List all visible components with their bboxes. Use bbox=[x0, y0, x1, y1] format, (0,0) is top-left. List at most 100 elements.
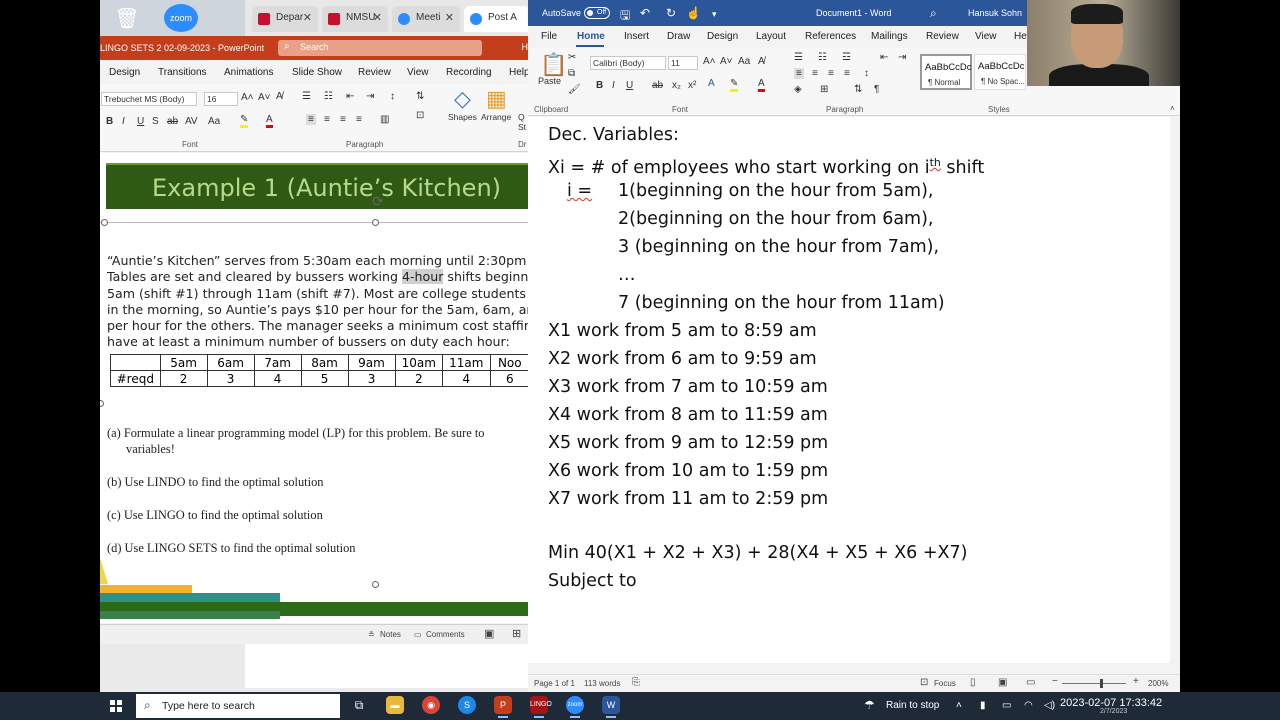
paste-icon[interactable]: 📋 bbox=[540, 52, 567, 78]
align-center-icon[interactable]: ≡ bbox=[324, 114, 330, 125]
text-effects-icon[interactable]: A bbox=[708, 78, 715, 89]
sort-icon[interactable]: ⇅ bbox=[854, 84, 862, 95]
word-tab-home[interactable]: Home bbox=[577, 31, 605, 42]
browser-tab-1[interactable]: Depar ✕ bbox=[252, 6, 318, 32]
char-spacing-icon[interactable]: AV bbox=[185, 116, 198, 127]
indent-decrease-icon[interactable]: ⇤ bbox=[346, 91, 354, 102]
align-left-icon[interactable]: ≡ bbox=[794, 68, 804, 79]
recycle-bin-icon[interactable]: 🗑 bbox=[114, 6, 140, 32]
word-tab-view[interactable]: View bbox=[975, 31, 997, 42]
focus-button[interactable]: Focus bbox=[934, 679, 956, 688]
word-tab-design[interactable]: Design bbox=[707, 31, 738, 42]
shrink-font-icon[interactable]: A˅ bbox=[258, 92, 271, 103]
slide-canvas[interactable]: Example 1 (Auntie’s Kitchen) ⟳ “Auntie’s… bbox=[100, 153, 530, 623]
save-icon[interactable]: 🖫 bbox=[620, 6, 630, 27]
resize-handle[interactable] bbox=[372, 581, 379, 588]
align-right-icon[interactable]: ≡ bbox=[828, 68, 834, 79]
justify-icon[interactable]: ≡ bbox=[356, 114, 362, 125]
strikethrough-icon[interactable]: ab bbox=[167, 116, 178, 127]
page-count[interactable]: Page 1 of 1 bbox=[534, 679, 575, 688]
ppt-search-box[interactable]: ⌕ Search bbox=[278, 40, 482, 56]
ppt-tab-animations[interactable]: Animations bbox=[224, 67, 273, 78]
touch-mode-icon[interactable]: ☝ bbox=[686, 6, 701, 20]
word-icon[interactable]: W bbox=[602, 696, 620, 718]
borders-icon[interactable]: ⊞ bbox=[820, 84, 828, 95]
zoom-slider-thumb[interactable] bbox=[1100, 679, 1103, 688]
print-layout-icon[interactable]: ▣ bbox=[998, 677, 1007, 688]
word-font-size-select[interactable]: 11 bbox=[668, 56, 698, 70]
change-case-icon[interactable]: Aa bbox=[208, 116, 220, 127]
ppt-tab-transitions[interactable]: Transitions bbox=[158, 67, 207, 78]
ppt-tab-slideshow[interactable]: Slide Show bbox=[292, 67, 342, 78]
network-icon[interactable]: ◠ bbox=[1024, 700, 1033, 711]
shadow-icon[interactable]: S bbox=[152, 116, 159, 127]
task-view-icon[interactable]: ⧉ bbox=[350, 696, 368, 714]
ppt-tab-help[interactable]: Help bbox=[509, 67, 530, 78]
ppt-font-name-select[interactable]: Trebuchet MS (Body) bbox=[101, 92, 197, 106]
meet-now-icon[interactable]: ▭ bbox=[1002, 700, 1011, 711]
line-spacing-icon[interactable]: ↕ bbox=[390, 91, 395, 102]
indent-decrease-icon[interactable]: ⇤ bbox=[880, 52, 888, 63]
redo-icon[interactable]: ↻ bbox=[666, 6, 676, 20]
notes-icon[interactable]: ≗ bbox=[368, 630, 375, 639]
focus-icon[interactable]: ⊡ bbox=[920, 677, 928, 688]
shading-icon[interactable]: ◈ bbox=[794, 84, 802, 95]
arrange-icon[interactable]: ▦ bbox=[486, 86, 507, 112]
windows-start-icon[interactable] bbox=[110, 700, 122, 712]
close-icon[interactable]: ✕ bbox=[445, 11, 454, 24]
close-icon[interactable]: ✕ bbox=[303, 11, 312, 24]
style-no-spacing[interactable]: AaBbCcDc ¶ No Spac... bbox=[974, 54, 1026, 90]
word-tab-mailings[interactable]: Mailings bbox=[871, 31, 908, 42]
subscript-icon[interactable]: x₂ bbox=[672, 80, 681, 91]
word-document[interactable]: Dec. Variables: Xi = # of employees who … bbox=[528, 117, 1170, 663]
shrink-font-icon[interactable]: A˅ bbox=[720, 56, 733, 67]
word-tab-layout[interactable]: Layout bbox=[756, 31, 786, 42]
word-tab-review[interactable]: Review bbox=[926, 31, 959, 42]
bullets-icon[interactable]: ☰ bbox=[302, 91, 311, 102]
word-tab-file[interactable]: File bbox=[541, 31, 557, 42]
zoom-icon[interactable]: zoom bbox=[566, 696, 584, 718]
paste-label[interactable]: Paste bbox=[538, 76, 561, 86]
word-tab-draw[interactable]: Draw bbox=[667, 31, 690, 42]
font-color-icon[interactable]: A bbox=[758, 78, 765, 92]
rotate-handle-icon[interactable]: ⟳ bbox=[372, 193, 384, 210]
show-marks-icon[interactable]: ¶ bbox=[874, 84, 879, 95]
word-font-name-select[interactable]: Calibri (Body) bbox=[590, 56, 666, 70]
font-color-icon[interactable]: A bbox=[266, 114, 273, 128]
zoom-level[interactable]: 200% bbox=[1148, 679, 1168, 688]
grow-font-icon[interactable]: A˄ bbox=[241, 92, 254, 103]
align-text-icon[interactable]: ⊡ bbox=[416, 110, 424, 121]
browser-tab-2[interactable]: NMSU ✕ bbox=[322, 6, 388, 32]
resize-handle[interactable] bbox=[100, 400, 104, 407]
chrome-icon[interactable]: ◉ bbox=[422, 696, 440, 714]
show-hidden-icons-icon[interactable]: ˄ bbox=[956, 700, 962, 711]
cut-icon[interactable]: ✂ bbox=[568, 52, 576, 63]
zoom-slider[interactable] bbox=[1062, 683, 1126, 684]
zoom-desktop-icon[interactable]: zoom bbox=[164, 4, 198, 32]
slide-title-banner[interactable]: Example 1 (Auntie’s Kitchen) bbox=[106, 163, 530, 209]
slide-sorter-icon[interactable]: ⊞ bbox=[512, 627, 521, 640]
search-icon[interactable]: ⌕ bbox=[930, 6, 937, 21]
style-normal[interactable]: AaBbCcDc ¶ Normal bbox=[920, 54, 972, 90]
copy-icon[interactable]: ⧉ bbox=[568, 68, 575, 79]
read-mode-icon[interactable]: ▯ bbox=[970, 677, 976, 688]
normal-view-icon[interactable]: ▣ bbox=[484, 627, 494, 640]
comments-icon[interactable]: ▭ bbox=[414, 630, 422, 639]
bold-icon[interactable]: B bbox=[596, 80, 603, 91]
volume-icon[interactable]: ◁) bbox=[1044, 700, 1055, 711]
underline-icon[interactable]: U bbox=[626, 80, 633, 91]
browser-tab-4[interactable]: Post A bbox=[464, 6, 530, 32]
zoom-in-icon[interactable]: + bbox=[1133, 676, 1139, 687]
comments-button[interactable]: Comments bbox=[426, 630, 465, 639]
multilevel-list-icon[interactable]: ☲ bbox=[842, 52, 851, 63]
browser-tab-3[interactable]: Meeti ✕ bbox=[392, 6, 460, 32]
columns-icon[interactable]: ▥ bbox=[380, 114, 389, 125]
user-name[interactable]: Hansuk Sohn bbox=[968, 8, 1022, 18]
change-case-icon[interactable]: Aa bbox=[738, 56, 750, 67]
undo-icon[interactable]: ↶ bbox=[640, 6, 650, 20]
ppt-tab-view[interactable]: View bbox=[407, 67, 429, 78]
bold-icon[interactable]: B bbox=[106, 116, 113, 127]
vertical-scrollbar[interactable] bbox=[1170, 117, 1180, 663]
autosave-toggle[interactable]: Off bbox=[584, 7, 610, 19]
word-tab-insert[interactable]: Insert bbox=[624, 31, 649, 42]
